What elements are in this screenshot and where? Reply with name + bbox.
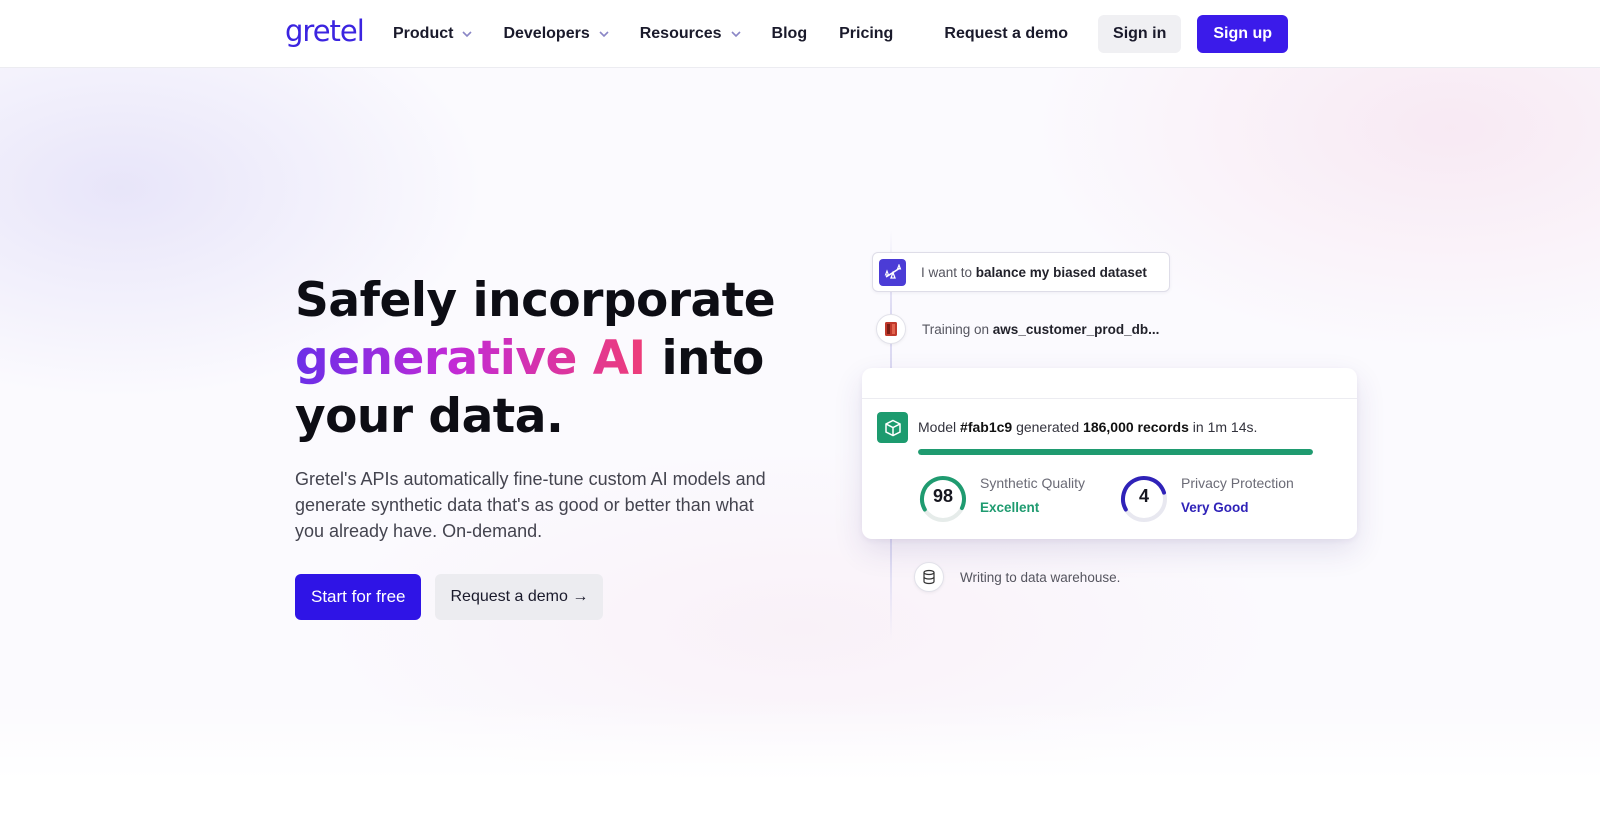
quality-rating: Excellent [980, 500, 1040, 515]
training-prefix: Training on [922, 321, 993, 337]
privacy-gauge: 4 [1119, 474, 1169, 524]
synthetic-quality-metric: 98 Synthetic Quality Excellent [918, 474, 1085, 524]
privacy-rating: Very Good [1181, 500, 1249, 515]
nav-actions: Request a demo Sign in Sign up [944, 15, 1288, 53]
training-text: Training on aws_customer_prod_db... [922, 322, 1159, 337]
nav-item-resources[interactable]: Resources [640, 25, 742, 43]
privacy-label: Privacy Protection [1181, 475, 1294, 491]
nav-item-label: Resources [639, 25, 722, 42]
scale-balance-icon [879, 258, 906, 286]
headline-line1: Safely incorporate [295, 273, 776, 328]
sign-in-button[interactable]: Sign in [1098, 15, 1182, 53]
nav-item-pricing[interactable]: Pricing [839, 25, 893, 43]
prompt-prefix: I want to [921, 264, 976, 280]
sign-up-button[interactable]: Sign up [1197, 15, 1288, 53]
model-prefix: Model [918, 419, 961, 435]
hero-subcopy: Gretel's APIs automatically fine-tune cu… [295, 469, 766, 541]
quality-label: Synthetic Quality [980, 475, 1086, 491]
cube-icon [877, 412, 908, 443]
hero-headline: Safely incorporate generative AI into yo… [295, 272, 815, 446]
nav-item-label: Developers [503, 25, 590, 42]
quality-gauge: 98 [918, 474, 968, 524]
privacy-protection-metric: 4 Privacy Protection Very Good [1119, 474, 1294, 524]
privacy-score: 4 [1138, 486, 1149, 506]
model-id: #fab1c9 [960, 419, 1013, 435]
headline-line3: your data. [295, 389, 564, 444]
nav-item-label: Pricing [839, 25, 894, 42]
nav-item-developers[interactable]: Developers [503, 25, 609, 43]
write-text: Writing to data warehouse. [960, 569, 1121, 585]
model-records: 186,000 records [1083, 419, 1189, 435]
request-demo-button[interactable]: Request a demo → [435, 574, 604, 620]
chevron-down-icon [462, 31, 473, 38]
hero-cta-row: Start for free Request a demo → [295, 574, 604, 620]
privacy-text: Privacy Protection Very Good [1181, 474, 1294, 515]
chevron-down-icon [730, 31, 741, 38]
nav-item-blog[interactable]: Blog [772, 25, 808, 43]
chevron-down-icon [599, 31, 609, 38]
request-demo-link[interactable]: Request a demo [944, 25, 1068, 43]
nav-item-label: Blog [771, 25, 808, 42]
nav-links: Product Developers Resources Blog Pricin… [393, 0, 925, 68]
headline-line2-rest: into [645, 331, 764, 386]
nav-item-label: Product [393, 25, 454, 42]
progress-fill [918, 449, 1313, 455]
database-source-icon [876, 314, 906, 344]
generation-progress-bar [918, 449, 1313, 455]
prompt-step-card: I want to balance my biased dataset [872, 252, 1170, 292]
start-for-free-button[interactable]: Start for free [295, 574, 422, 620]
model-summary: Model #fab1c9 generated 186,000 records … [918, 419, 1257, 435]
nav-item-product[interactable]: Product [393, 25, 473, 43]
top-nav: gretel Product Developers Resources Blog… [0, 0, 1600, 68]
model-mid: generated [1012, 419, 1084, 435]
model-suffix: in 1m 14s. [1188, 419, 1258, 435]
model-result-card: Model #fab1c9 generated 186,000 records … [862, 368, 1357, 539]
prompt-text: I want to balance my biased dataset [921, 265, 1147, 280]
training-bold: aws_customer_prod_db... [992, 321, 1160, 337]
quality-score: 98 [932, 486, 954, 506]
hero-fade [0, 700, 1600, 834]
write-step: Writing to data warehouse. [914, 562, 1120, 592]
card-divider [862, 398, 1357, 399]
prompt-bold: balance my biased dataset [975, 264, 1147, 280]
training-step: Training on aws_customer_prod_db... [876, 314, 1159, 344]
headline-highlight: generative AI [295, 331, 646, 386]
database-icon [914, 562, 944, 592]
quality-text: Synthetic Quality Excellent [980, 474, 1085, 515]
gretel-logo[interactable]: gretel [285, 14, 365, 48]
